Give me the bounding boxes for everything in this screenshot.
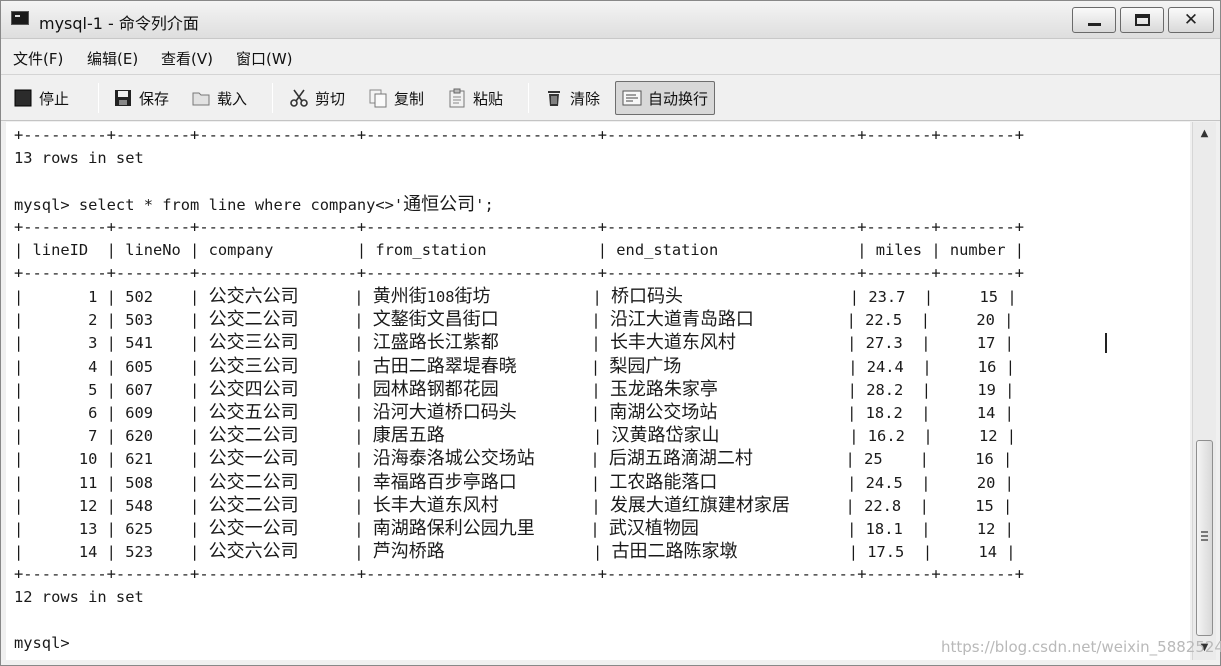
cut-button[interactable]: 剪切	[283, 81, 351, 115]
console-output[interactable]: +---------+--------+-----------------+--…	[6, 122, 1190, 660]
text-caret	[1105, 333, 1107, 353]
copy-label: 复制	[394, 89, 425, 108]
maximize-icon	[1135, 14, 1150, 26]
wrap-icon	[622, 88, 642, 108]
load-label: 载入	[217, 89, 248, 108]
query-line: mysql> select * from line where company<…	[14, 193, 494, 216]
save-icon	[113, 88, 133, 108]
stop-icon	[13, 88, 33, 108]
scissors-icon	[289, 88, 309, 108]
clear-button[interactable]: 清除	[538, 81, 606, 115]
stop-label: 停止	[39, 89, 70, 108]
table-row: | 6 | 609 | 公交五公司 | 沿河大道桥口码头 | 南湖公交场站 | …	[14, 402, 1014, 423]
minimize-button[interactable]	[1072, 7, 1116, 33]
folder-icon	[191, 88, 211, 108]
watermark: https://blog.csdn.net/weixin_5882524	[941, 638, 1221, 656]
maximize-button[interactable]	[1120, 7, 1164, 33]
cut-label: 剪切	[315, 89, 346, 108]
query-literal: 通恒公司	[403, 194, 476, 215]
toolbar: 停止 保存 载入 剪切 复制 粘贴 清除 自动换行	[1, 75, 1220, 121]
save-button[interactable]: 保存	[107, 81, 175, 115]
minimize-icon	[1088, 23, 1101, 26]
table-row: | 10 | 621 | 公交一公司 | 沿海泰洛城公交场站 | 后湖五路滴湖二…	[14, 448, 1013, 470]
result-count: 12 rows in set	[14, 588, 144, 606]
toolbar-separator	[272, 83, 273, 113]
table-row: | 5 | 607 | 公交四公司 | 园林路钢都花园 | 玉龙路朱家亭 | 2…	[14, 378, 1015, 400]
table-border: +---------+--------+-----------------+--…	[14, 565, 1024, 583]
previous-result-count: 13 rows in set	[14, 149, 144, 167]
copy-button[interactable]: 复制	[362, 81, 430, 115]
paste-label: 粘贴	[473, 89, 504, 108]
command-prompt[interactable]: mysql>	[14, 632, 70, 655]
console-window: mysql-1 - 命令列介面 ✕ 文件(F) 编辑(E) 查看(V) 窗口(W…	[0, 0, 1221, 666]
save-label: 保存	[139, 89, 170, 108]
table-row: | 11 | 508 | 公交二公司 | 幸福路百步亭路口 | 工农路能落口 |…	[14, 471, 1014, 493]
query-suffix: ';	[475, 196, 494, 214]
stop-button[interactable]: 停止	[7, 81, 75, 115]
paste-button[interactable]: 粘贴	[441, 81, 509, 115]
word-wrap-toggle[interactable]: 自动换行	[615, 81, 716, 115]
table-row: | 12 | 548 | 公交二公司 | 长丰大道东风村 | 发展大道红旗建材家…	[14, 494, 1013, 516]
grip-icon	[1201, 531, 1208, 541]
menu-view[interactable]: 查看(V)	[161, 48, 213, 69]
menu-bar: 文件(F) 编辑(E) 查看(V) 窗口(W)	[1, 39, 1220, 75]
title-bar[interactable]: mysql-1 - 命令列介面 ✕	[1, 1, 1220, 39]
table-row: | 14 | 523 | 公交六公司 | 芦沟桥路 | 古田二路陈家墩 | 17…	[14, 541, 1016, 563]
clipboard-icon	[447, 88, 467, 108]
table-row: | 7 | 620 | 公交二公司 | 康居五路 | 汉黄路岱家山 | 16.2…	[14, 425, 1017, 447]
table-row: | 4 | 605 | 公交三公司 | 古田二路翠堤春晓 | 梨园广场 | 24…	[14, 355, 1015, 377]
table-border: +---------+--------+-----------------+--…	[14, 218, 1024, 236]
menu-window[interactable]: 窗口(W)	[236, 48, 293, 69]
table-row: | 13 | 625 | 公交一公司 | 南湖路保利公园九里 | 武汉植物园 |…	[14, 518, 1014, 539]
wrap-label: 自动换行	[648, 89, 709, 108]
query-prefix: mysql> select * from line where company<…	[14, 196, 404, 214]
console-app-icon	[11, 11, 29, 25]
close-button[interactable]: ✕	[1168, 7, 1214, 33]
menu-file[interactable]: 文件(F)	[13, 48, 63, 69]
clear-label: 清除	[570, 89, 601, 108]
close-icon: ✕	[1183, 10, 1199, 30]
vertical-scrollbar[interactable]: ▲ ▼	[1192, 122, 1216, 660]
table-header: | lineID | lineNo | company | from_stati…	[14, 241, 1024, 259]
copy-icon	[368, 88, 388, 108]
menu-edit[interactable]: 编辑(E)	[87, 48, 138, 69]
scroll-up-arrow-icon[interactable]: ▲	[1193, 124, 1216, 144]
load-button[interactable]: 载入	[185, 81, 253, 115]
table-border: +---------+--------+-----------------+--…	[14, 264, 1024, 282]
toolbar-separator	[528, 83, 529, 113]
scroll-thumb[interactable]	[1196, 440, 1213, 636]
table-border: +---------+--------+-----------------+--…	[14, 126, 1024, 144]
table-row: | 1 | 502 | 公交六公司 | 黄州街108街坊 | 桥口码头 | 23…	[14, 286, 1017, 307]
table-row: | 3 | 541 | 公交三公司 | 江盛路长江紫都 | 长丰大道东风村 | …	[14, 332, 1014, 354]
trash-icon	[544, 88, 564, 108]
window-title: mysql-1 - 命令列介面	[39, 14, 199, 33]
table-row: | 2 | 503 | 公交二公司 | 文鏊街文昌街口 | 沿江大道青岛路口 |…	[14, 309, 1014, 331]
toolbar-separator	[98, 83, 99, 113]
